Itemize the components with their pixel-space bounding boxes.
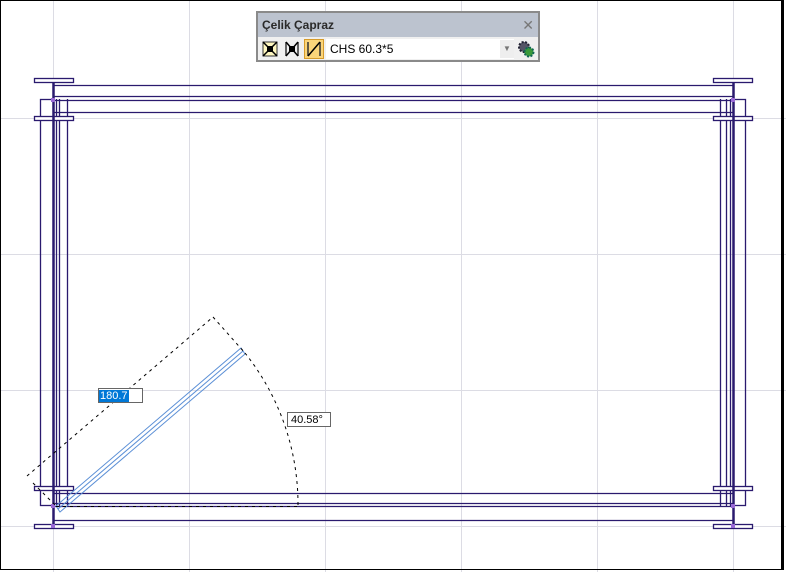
k-brace-icon <box>285 41 299 56</box>
x-brace-icon <box>262 40 278 57</box>
section-select[interactable]: CHS 60.3*5 ▼ <box>326 38 514 59</box>
length-input-value: 180.7 <box>99 390 129 402</box>
length-input[interactable]: 180.7 <box>98 388 143 403</box>
angle-input[interactable]: 40.58° <box>287 412 331 427</box>
section-select-value: CHS 60.3*5 <box>330 41 394 56</box>
chevron-down-icon[interactable]: ▼ <box>500 39 514 58</box>
k-brace-button[interactable] <box>282 39 302 59</box>
angle-input-value: 40.58° <box>291 414 323 426</box>
toolbar-title: Çelik Çapraz <box>262 18 335 32</box>
close-icon[interactable]: ✕ <box>522 17 534 34</box>
gear-icon <box>518 40 535 57</box>
x-brace-button[interactable] <box>260 39 280 59</box>
single-diagonal-brace-button[interactable] <box>304 38 324 59</box>
single-diagonal-brace-icon <box>307 41 321 56</box>
steel-brace-toolbar: Çelik Çapraz ✕ CHS 60.3*5 ▼ <box>256 11 540 62</box>
toolbar-titlebar[interactable]: Çelik Çapraz ✕ <box>258 13 538 37</box>
viewport-border <box>0 0 784 570</box>
settings-button[interactable] <box>516 39 536 59</box>
